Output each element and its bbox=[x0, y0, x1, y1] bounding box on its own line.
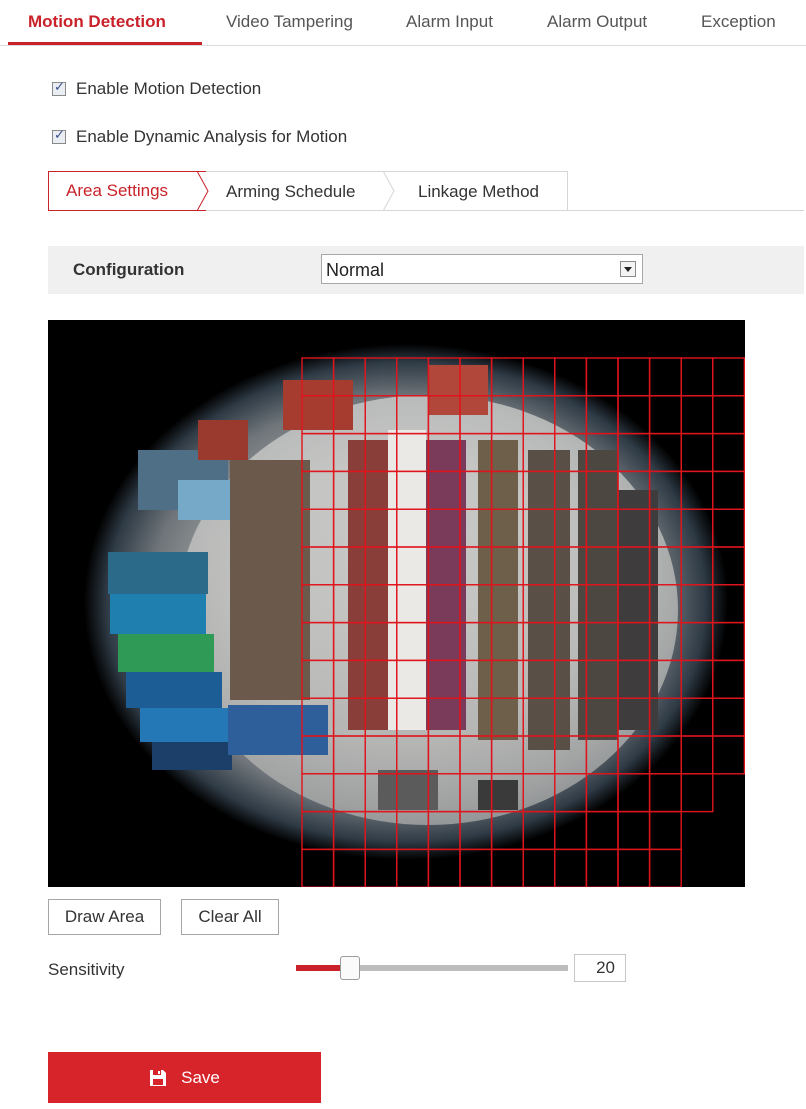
tab-linkage-method-label: Linkage Method bbox=[418, 181, 539, 201]
enable-dynamic-label: Enable Dynamic Analysis for Motion bbox=[76, 127, 348, 146]
chevron-down-icon[interactable] bbox=[620, 261, 636, 277]
fisheye-camera-image bbox=[48, 320, 745, 887]
slider-handle[interactable] bbox=[340, 956, 361, 980]
tab-alarm-input[interactable]: Alarm Input bbox=[406, 12, 493, 32]
checkmark-icon: ✓ bbox=[54, 80, 65, 95]
tab-alarm-output[interactable]: Alarm Output bbox=[547, 12, 647, 32]
sub-tab-bar: Area Settings Arming Schedule Linkage Me… bbox=[48, 171, 804, 211]
configuration-label: Configuration bbox=[73, 260, 185, 279]
checkmark-icon: ✓ bbox=[54, 128, 65, 143]
tab-area-settings[interactable]: Area Settings bbox=[48, 171, 206, 211]
enable-dynamic-checkbox[interactable]: ✓ bbox=[52, 128, 66, 144]
top-tab-bar: Motion Detection Video Tampering Alarm I… bbox=[0, 0, 806, 46]
sensitivity-label: Sensitivity bbox=[48, 960, 125, 979]
enable-dynamic-row: ✓ Enable Dynamic Analysis for Motion bbox=[52, 127, 347, 147]
tab-motion-detection[interactable]: Motion Detection bbox=[28, 12, 166, 32]
tab-arming-schedule-label: Arming Schedule bbox=[226, 181, 356, 201]
tab-video-tampering[interactable]: Video Tampering bbox=[226, 12, 353, 32]
sensitivity-slider[interactable] bbox=[296, 956, 568, 980]
tab-area-settings-label: Area Settings bbox=[66, 181, 169, 200]
video-preview[interactable] bbox=[48, 320, 745, 887]
configuration-bar: Configuration Normal bbox=[48, 246, 804, 294]
save-label: Save bbox=[181, 1067, 220, 1087]
tab-exception[interactable]: Exception bbox=[701, 12, 776, 32]
draw-area-button[interactable]: Draw Area bbox=[48, 899, 161, 935]
tab-linkage-method[interactable]: Linkage Method bbox=[392, 171, 568, 211]
floppy-disk-icon bbox=[150, 1069, 167, 1086]
configuration-value: Normal bbox=[326, 260, 385, 280]
configuration-select[interactable]: Normal bbox=[321, 254, 643, 284]
clear-all-button[interactable]: Clear All bbox=[181, 899, 279, 935]
sensitivity-input[interactable] bbox=[574, 954, 626, 982]
save-button[interactable]: Save bbox=[48, 1052, 321, 1103]
enable-motion-label: Enable Motion Detection bbox=[76, 79, 262, 98]
enable-motion-checkbox[interactable]: ✓ bbox=[52, 80, 66, 96]
enable-motion-row: ✓ Enable Motion Detection bbox=[52, 79, 261, 99]
active-tab-indicator bbox=[8, 42, 202, 45]
tab-arming-schedule[interactable]: Arming Schedule bbox=[206, 171, 392, 211]
